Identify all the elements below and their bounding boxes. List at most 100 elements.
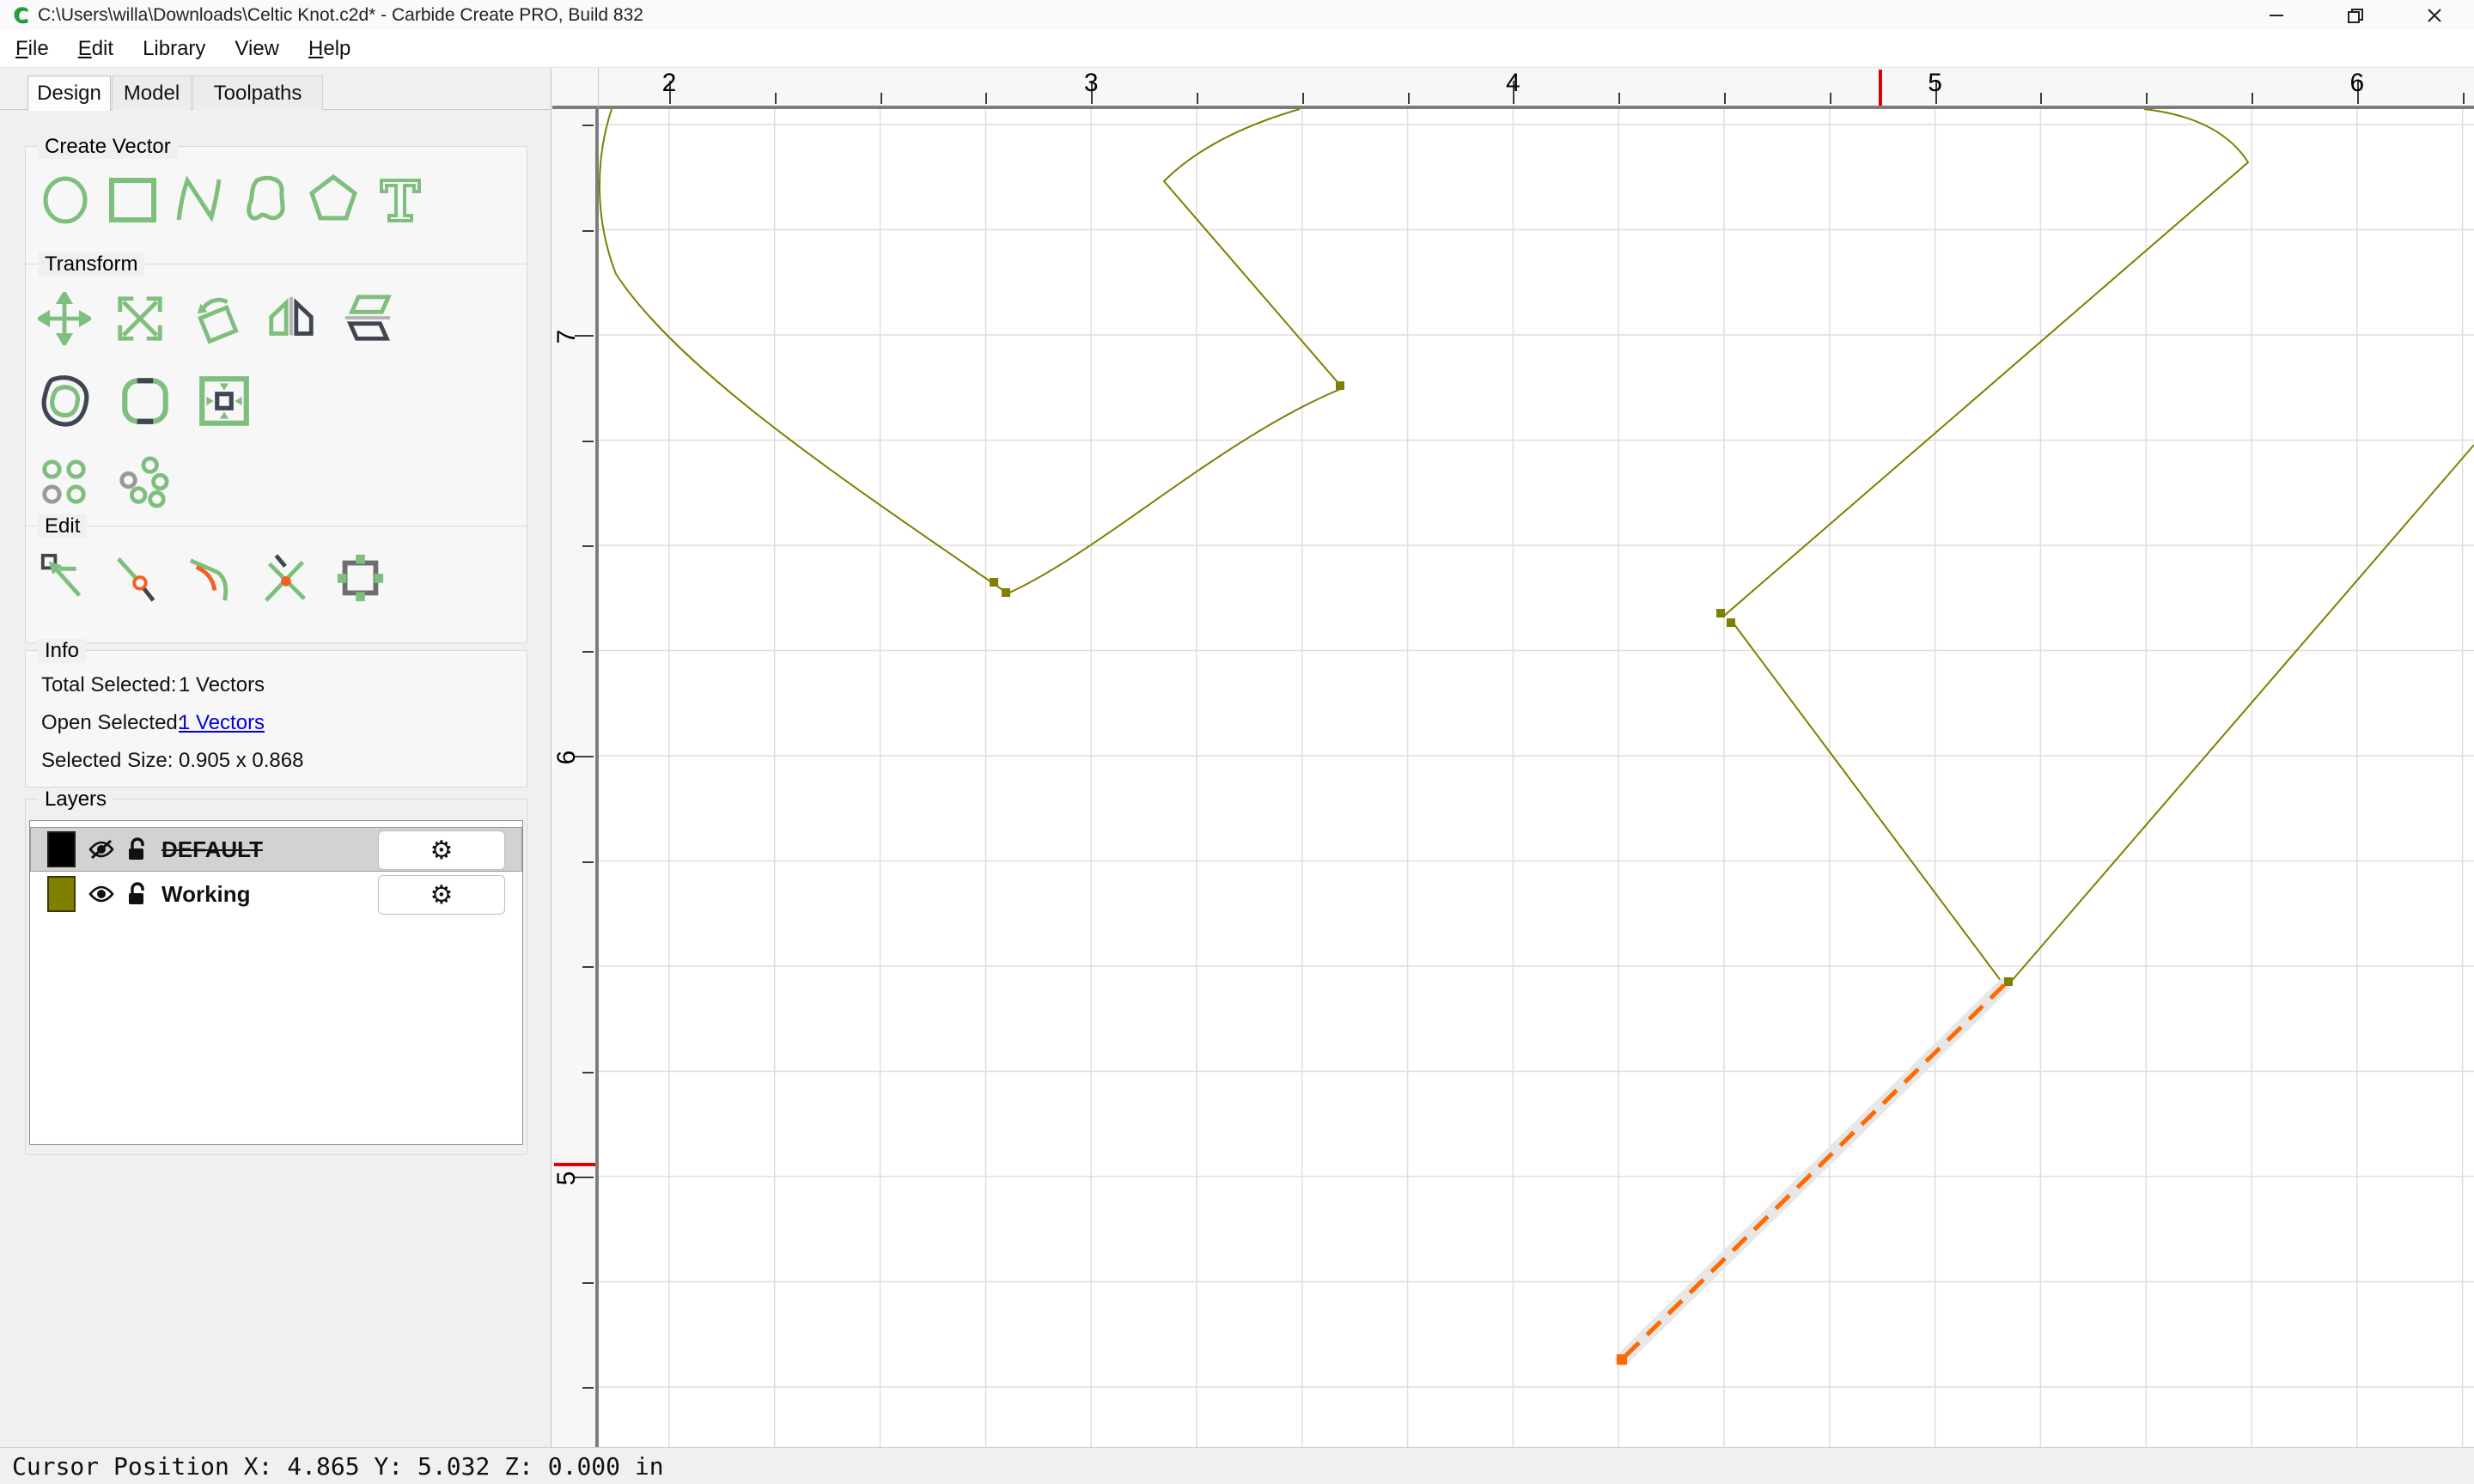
move-tool-icon[interactable] [38, 292, 91, 345]
ruler-number: 3 [1083, 69, 1099, 97]
node-select-tool-icon[interactable] [38, 550, 91, 604]
edit-curve-tool-icon[interactable] [186, 550, 239, 604]
layer-settings-button[interactable]: ⚙ [378, 875, 505, 915]
selected-endpoint-node[interactable] [1617, 1354, 1627, 1365]
menu-view[interactable]: View [228, 35, 286, 63]
resize-handles-tool-icon[interactable] [333, 550, 387, 604]
mirror-tool-icon[interactable] [265, 292, 318, 345]
rotate-tool-icon[interactable] [189, 292, 242, 345]
layer-row-default[interactable]: DEFAULT ⚙ [30, 827, 522, 872]
info-row-label: Total Selected: [41, 673, 177, 696]
polygon-tool-icon[interactable] [306, 171, 361, 226]
ruler-tick [582, 1071, 594, 1073]
minimize-button[interactable] [2237, 0, 2316, 30]
unlocked-icon[interactable] [127, 837, 149, 861]
menu-library[interactable]: Library [136, 35, 212, 63]
curve-tool-icon[interactable] [239, 171, 294, 226]
vector-node[interactable] [1716, 609, 1725, 617]
text-tool-icon[interactable] [373, 171, 428, 226]
status-bar: Cursor Position X: 4.865 Y: 5.032 Z: 0.0… [0, 1447, 2474, 1484]
layer-name: DEFAULT [161, 836, 263, 862]
layer-name: Working [161, 880, 251, 907]
vector-node[interactable] [990, 578, 998, 587]
ruler-tick [582, 861, 594, 863]
vector-path[interactable] [2010, 444, 2474, 982]
ruler-tick [985, 93, 988, 104]
flip-tool-icon[interactable] [340, 292, 393, 345]
ruler-corner [552, 68, 599, 109]
ruler-tick [582, 1281, 594, 1284]
transform-group: Transform [25, 252, 527, 570]
vector-path[interactable] [1733, 623, 2005, 986]
layer-color-swatch[interactable] [47, 876, 76, 912]
ruler-number: 4 [1506, 69, 1520, 97]
visibility-on-icon[interactable] [88, 883, 115, 905]
ruler-tick [582, 966, 594, 968]
menu-edit[interactable]: Edit [71, 35, 120, 63]
canvas-area: 2 3 4 5 6 7 6 5 [552, 68, 2474, 1447]
visibility-off-icon[interactable] [88, 838, 115, 861]
close-button[interactable] [2395, 0, 2474, 30]
unlocked-icon[interactable] [127, 882, 149, 906]
tab-toolpaths[interactable]: Toolpaths [192, 76, 323, 110]
info-group: Info Total Selected: 1 Vectors Open Select… [25, 639, 527, 788]
design-sidebar: Design Model Toolpaths Create Vector Tra… [0, 68, 551, 1447]
restore-button[interactable] [2316, 0, 2395, 30]
create-vector-tools [38, 171, 428, 226]
shrink-fit-tool-icon[interactable] [196, 373, 253, 429]
ruler-tick [774, 93, 777, 104]
vertical-ruler: 7 6 5 [552, 109, 599, 1447]
ruler-tick [582, 125, 594, 126]
horizontal-ruler: 2 3 4 5 6 [599, 68, 2474, 109]
layer-row-working[interactable]: Working ⚙ [31, 873, 521, 915]
ruler-number: 6 [552, 750, 581, 765]
layer-settings-button[interactable]: ⚙ [378, 830, 505, 870]
ruler-tick [582, 1387, 594, 1389]
round-corners-tool-icon[interactable] [117, 373, 174, 429]
edit-tools [38, 550, 387, 604]
polyline-tool-icon[interactable] [172, 171, 227, 226]
layers-label: Layers [38, 788, 114, 812]
info-row: Selected Size: 0.905 x 0.868 [41, 749, 303, 773]
tab-design[interactable]: Design [27, 76, 111, 111]
vector-node[interactable] [1727, 618, 1735, 627]
transform-tools-row1 [38, 292, 393, 345]
transform-tools-row2 [38, 373, 253, 429]
tab-model[interactable]: Model [112, 76, 192, 110]
offset-tool-icon[interactable] [38, 373, 94, 429]
trim-tool-icon[interactable] [259, 550, 313, 604]
drawing-area[interactable] [599, 109, 2474, 1447]
ruler-tick [1407, 93, 1410, 104]
open-vectors-link[interactable]: 1 Vectors [179, 711, 265, 734]
edit-label: Edit [38, 514, 88, 538]
rectangle-tool-icon[interactable] [105, 171, 160, 226]
vector-path[interactable] [599, 109, 1344, 595]
create-vector-label: Create Vector [38, 135, 178, 159]
layer-color-swatch[interactable] [47, 831, 76, 867]
edit-group: Edit [25, 514, 527, 643]
circle-tool-icon[interactable] [38, 171, 93, 226]
vector-path[interactable] [1723, 109, 2250, 617]
ruler-tick [1724, 93, 1726, 104]
menu-help[interactable]: Help [302, 35, 357, 63]
scale-tool-icon[interactable] [113, 292, 167, 345]
ruler-tick [582, 545, 594, 547]
ruler-number: 5 [1928, 69, 1942, 97]
move-node-tool-icon[interactable] [112, 550, 165, 604]
cursor-x-marker [1879, 70, 1882, 106]
ruler-tick [1618, 93, 1621, 104]
menu-file[interactable]: File [9, 35, 56, 63]
ruler-number: 6 [2349, 69, 2365, 97]
window-title: C:\Users\willa\Downloads\Celtic Knot.c2d… [38, 4, 643, 25]
align-tool-icon[interactable] [38, 455, 91, 508]
vector-node[interactable] [1002, 588, 1010, 597]
layers-group: Layers DEFAULT ⚙ Working ⚙ [25, 788, 527, 1155]
info-row-value: 1 Vectors [179, 673, 265, 696]
ruler-number: 2 [661, 69, 677, 97]
canvas-svg[interactable] [599, 109, 2474, 1447]
circular-array-tool-icon[interactable] [117, 455, 170, 508]
ruler-tick [880, 93, 882, 104]
vector-node[interactable] [1336, 381, 1344, 390]
ruler-tick [1301, 93, 1304, 104]
vector-node[interactable] [2004, 977, 2013, 986]
